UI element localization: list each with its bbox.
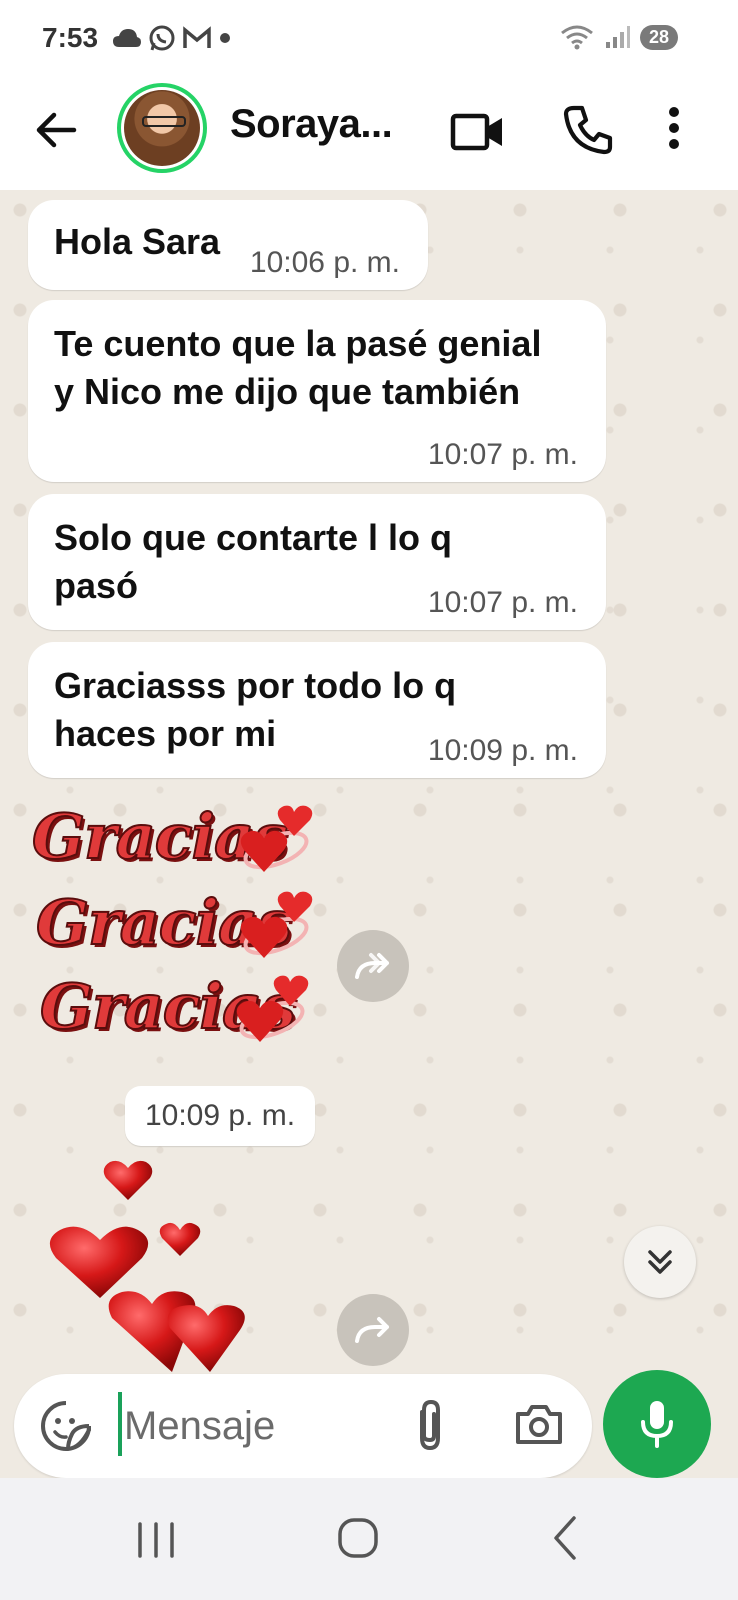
message-text: Te cuento que la pasé genial y Nico me d… [54, 323, 542, 412]
heart-icon [240, 891, 313, 958]
back-arrow-icon [36, 112, 77, 148]
message-bubble[interactable]: Graciasss por todo lo q haces por mi 10:… [28, 642, 606, 778]
home-icon [338, 1518, 378, 1558]
avatar[interactable] [117, 83, 207, 173]
message-time: 10:07 p. m. [427, 586, 578, 619]
dot-icon [220, 33, 230, 43]
video-call-button[interactable] [450, 106, 506, 158]
message-bubble[interactable]: Solo que contarte l lo q pasó 10:07 p. m… [28, 494, 606, 630]
signal-icon [605, 26, 630, 48]
forward-icon [355, 953, 389, 979]
sticker-button[interactable] [40, 1400, 92, 1452]
message-composer [14, 1374, 592, 1478]
voice-call-button[interactable] [562, 104, 618, 160]
gracias-sticker[interactable]: Gracias Gracias Gracias [28, 798, 328, 1058]
nav-back-icon [554, 1516, 576, 1560]
forward-button[interactable] [337, 1294, 409, 1366]
message-bubble[interactable]: Hola Sara 10:06 p. m. [28, 200, 428, 290]
sticker-timestamp: 10:09 p. m. [125, 1086, 315, 1146]
scroll-to-bottom-button[interactable] [624, 1226, 696, 1298]
message-time: 10:09 p. m. [427, 734, 578, 767]
more-vert-icon [669, 107, 679, 149]
battery-badge: 28 [639, 24, 678, 50]
message-time: 10:07 p. m. [427, 438, 578, 471]
sticker-icon [41, 1401, 91, 1451]
chat-area[interactable]: Hola Sara 10:06 p. m. Te cuento que la p… [0, 190, 738, 1372]
cloud-icon [113, 29, 141, 47]
home-button[interactable] [330, 1510, 386, 1566]
message-text: Hola Sara [54, 221, 221, 262]
system-nav-bar [0, 1478, 738, 1600]
status-notification-icons [112, 24, 232, 52]
nav-back-button[interactable] [540, 1510, 596, 1566]
recents-button[interactable] [128, 1512, 184, 1568]
recents-icon [138, 1522, 174, 1558]
video-call-icon [450, 113, 502, 151]
message-input[interactable] [124, 1392, 394, 1460]
more-options-button[interactable] [666, 104, 706, 160]
mic-icon [641, 1401, 673, 1448]
camera-button[interactable] [514, 1402, 566, 1450]
forward-button[interactable] [337, 930, 409, 1002]
forward-icon [355, 1317, 389, 1343]
paperclip-icon [420, 1399, 440, 1451]
phone-icon [563, 105, 613, 155]
status-time: 7:53 [42, 22, 99, 53]
camera-icon [516, 1405, 562, 1444]
avatar-image [124, 90, 200, 166]
message-bubble[interactable]: Te cuento que la pasé genial y Nico me d… [28, 300, 606, 482]
whatsapp-icon [149, 25, 175, 51]
hearts-icon [49, 1160, 245, 1372]
hearts-sticker[interactable] [40, 1158, 260, 1372]
message-time: 10:06 p. m. [249, 246, 400, 279]
status-bar: 7:53 28 [0, 0, 738, 78]
status-system-icons: 28 [560, 24, 678, 50]
attach-button[interactable] [410, 1398, 454, 1454]
wifi-icon [561, 25, 593, 50]
heart-icon [236, 975, 309, 1042]
text-caret [118, 1392, 122, 1456]
back-button[interactable] [28, 102, 84, 158]
voice-message-button[interactable] [603, 1370, 711, 1478]
heart-icon [240, 805, 313, 872]
contact-name[interactable]: Soraya... [230, 102, 393, 147]
double-chevron-down-icon [648, 1250, 672, 1274]
chat-header: Soraya... [0, 78, 738, 190]
gmail-icon [183, 26, 211, 48]
